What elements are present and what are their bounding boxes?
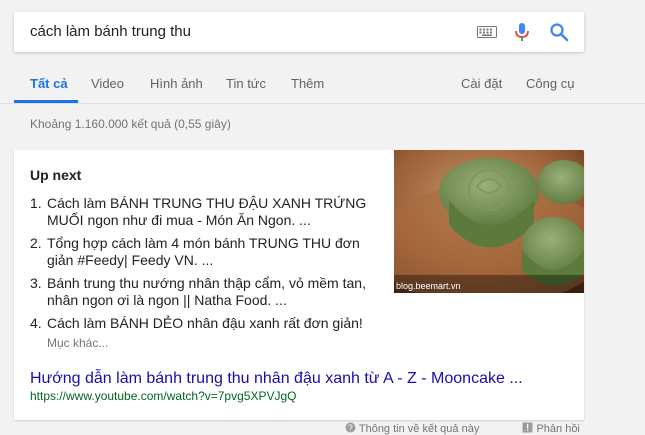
svg-text:?: ?: [348, 423, 353, 432]
list-item-number: 2.: [30, 235, 42, 251]
microphone-icon[interactable]: [514, 22, 530, 42]
search-input[interactable]: cách làm bánh trung thu: [30, 23, 191, 40]
feedback-text: Phản hồi: [536, 423, 580, 435]
tab-images[interactable]: Hình ảnh: [150, 76, 203, 91]
about-result-text: Thông tin về kết quả này: [358, 423, 480, 435]
tab-all[interactable]: Tất cả: [30, 76, 68, 91]
list-item-number: 4.: [30, 315, 42, 331]
mooncake-illustration: [394, 150, 584, 293]
tab-more[interactable]: Thêm: [291, 76, 324, 91]
search-icon[interactable]: [549, 22, 569, 42]
list-item-text: Bánh trung thu nướng nhân thập cẩm, vỏ m…: [47, 275, 366, 308]
image-caption: blog.beemart.vn: [396, 281, 461, 291]
tab-news[interactable]: Tin tức: [226, 76, 266, 91]
list-item-text: Cách làm BÁNH DẺO nhân đậu xanh rất đơn …: [47, 315, 363, 331]
mooncake-image[interactable]: blog.beemart.vn: [394, 150, 584, 293]
feedback-link[interactable]: Phản hồi: [522, 422, 600, 435]
search-box[interactable]: cách làm bánh trung thu: [14, 12, 584, 52]
list-item[interactable]: 2. Tổng hợp cách làm 4 món bánh TRUNG THU…: [30, 235, 380, 269]
list-item-number: 1.: [30, 195, 42, 211]
help-icon: ?: [345, 422, 356, 433]
keyboard-icon[interactable]: [477, 26, 497, 38]
result-title-link[interactable]: Hướng dẫn làm bánh trung thu nhân đậu xa…: [30, 370, 523, 388]
result-url: https://www.youtube.com/watch?v=7pvg5XPV…: [30, 389, 297, 403]
tabs-divider: [0, 103, 645, 104]
list-item[interactable]: 1. Cách làm BÁNH TRUNG THU ĐẬU XANH TRỨNG…: [30, 195, 380, 229]
list-item-text: Cách làm BÁNH TRUNG THU ĐẬU XANH TRỨNG M…: [47, 195, 367, 228]
tab-settings[interactable]: Cài đặt: [461, 76, 502, 91]
search-tabs: Tất cả Video Hình ảnh Tin tức Thêm Cài đ…: [0, 63, 645, 103]
list-item-number: 3.: [30, 275, 42, 291]
feedback-icon: [522, 422, 533, 433]
list-item-text: Tổng hợp cách làm 4 món bánh TRUNG THU đ…: [47, 235, 360, 268]
card-heading: Up next: [30, 167, 82, 183]
list-item[interactable]: 3. Bánh trung thu nướng nhân thập cẩm, vỏ…: [30, 275, 380, 309]
list-item[interactable]: 4. Cách làm BÁNH DẺO nhân đậu xanh rất đơ…: [30, 315, 380, 332]
result-stats: Khoảng 1.160.000 kết quả (0,55 giây): [30, 117, 231, 131]
tab-tools[interactable]: Công cụ: [526, 76, 574, 91]
up-next-card: Up next 1. Cách làm BÁNH TRUNG THU ĐẬU XA…: [14, 150, 584, 420]
about-result-link[interactable]: ? Thông tin về kết quả này: [345, 422, 502, 435]
tab-video[interactable]: Video: [91, 76, 124, 91]
more-link[interactable]: Mục khác...: [47, 336, 108, 350]
card-footer: ? Thông tin về kết quả này Phản hồi: [345, 422, 620, 435]
up-next-list: 1. Cách làm BÁNH TRUNG THU ĐẬU XANH TRỨNG…: [30, 195, 380, 338]
